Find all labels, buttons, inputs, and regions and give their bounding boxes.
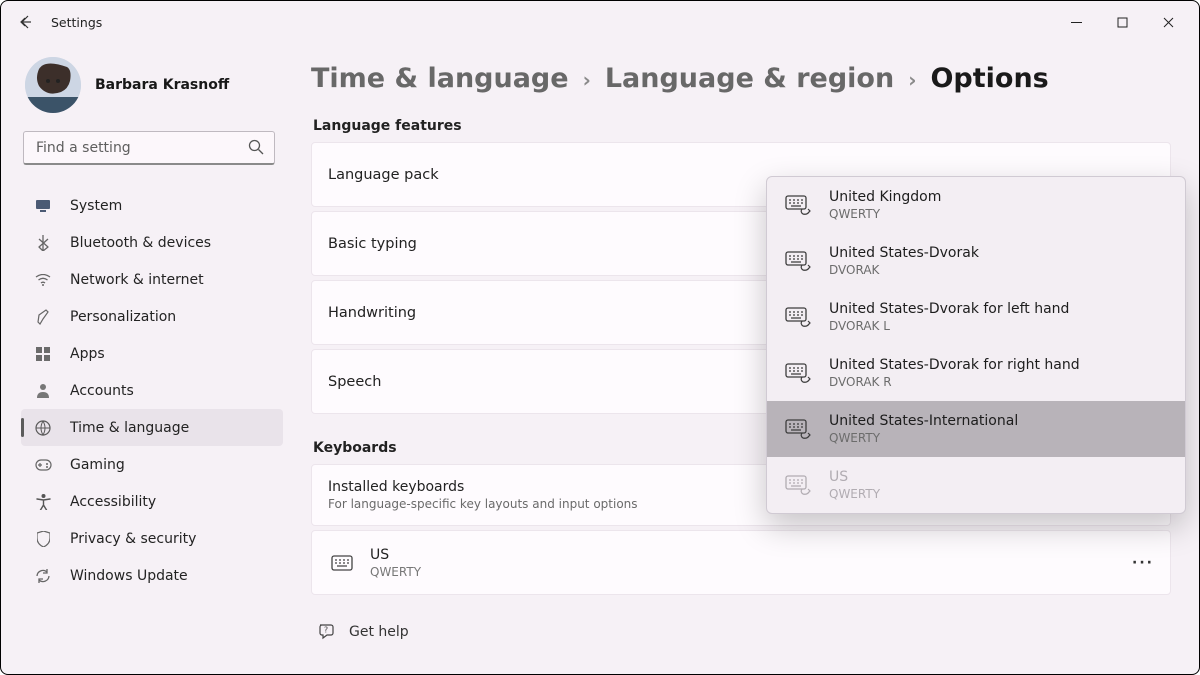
profile[interactable]: Barbara Krasnoff (25, 57, 283, 113)
installed-keyboards-title: Installed keyboards (328, 479, 638, 495)
keyboard-option[interactable]: United States-Dvorak for left hand DVORAK… (767, 289, 1185, 345)
sidebar-item-label: Time & language (70, 420, 189, 436)
get-help-label: Get help (349, 624, 409, 640)
sidebar-item-privacy-security[interactable]: Privacy & security (21, 520, 283, 557)
gamepad-icon (34, 456, 52, 474)
sync-icon (34, 567, 52, 585)
main-content: Time & language › Language & region › Op… (293, 43, 1199, 674)
accessibility-icon (34, 493, 52, 511)
language-feature-label: Speech (328, 374, 381, 390)
avatar (25, 57, 81, 113)
keyboard-row[interactable]: US QWERTY ··· (311, 530, 1171, 595)
help-icon: ? (317, 623, 335, 640)
keyboard-icon (785, 251, 811, 271)
bluetooth-icon (34, 234, 52, 252)
close-button[interactable] (1145, 6, 1191, 38)
keyboard-option-name: United Kingdom (829, 189, 941, 205)
get-help-link[interactable]: ? Get help (317, 623, 1171, 640)
sidebar-nav: System Bluetooth & devices Network & inter… (21, 187, 283, 594)
search-icon (248, 139, 264, 155)
sidebar-item-accounts[interactable]: Accounts (21, 372, 283, 409)
brush-icon (34, 308, 52, 326)
keyboard-icon (785, 475, 811, 495)
sidebar-item-personalization[interactable]: Personalization (21, 298, 283, 335)
language-features-heading: Language features (313, 118, 1171, 134)
sidebar-item-time-language[interactable]: Time & language (21, 409, 283, 446)
more-button[interactable]: ··· (1132, 555, 1154, 571)
keyboard-option-layout: QWERTY (829, 431, 1018, 445)
globe-clock-icon (34, 419, 52, 437)
chevron-right-icon: › (583, 68, 591, 92)
sidebar-item-label: System (70, 198, 122, 214)
keyboard-option[interactable]: United States-Dvorak DVORAK (767, 233, 1185, 289)
titlebar: Settings (1, 1, 1199, 43)
back-button[interactable] (9, 6, 45, 38)
sidebar-item-label: Personalization (70, 309, 176, 325)
chevron-right-icon: › (908, 68, 916, 92)
sidebar-item-network-internet[interactable]: Network & internet (21, 261, 283, 298)
keyboard-option[interactable]: United Kingdom QWERTY (767, 177, 1185, 233)
keyboard-option-name: United States-Dvorak for left hand (829, 301, 1069, 317)
language-feature-label: Handwriting (328, 305, 416, 321)
keyboard-icon (785, 307, 811, 327)
breadcrumb-current: Options (930, 63, 1048, 94)
sidebar-item-label: Privacy & security (70, 531, 196, 547)
add-keyboard-popup: United Kingdom QWERTY United States-Dvorak… (766, 176, 1186, 514)
minimize-button[interactable] (1053, 6, 1099, 38)
profile-name: Barbara Krasnoff (95, 77, 229, 93)
keyboard-option-name: United States-Dvorak (829, 245, 979, 261)
sidebar-item-label: Bluetooth & devices (70, 235, 211, 251)
sidebar-item-accessibility[interactable]: Accessibility (21, 483, 283, 520)
sidebar-item-system[interactable]: System (21, 187, 283, 224)
installed-keyboards-subtitle: For language-specific key layouts and in… (328, 497, 638, 511)
keyboard-option-layout: DVORAK R (829, 375, 1080, 389)
sidebar-item-label: Gaming (70, 457, 125, 473)
keyboard-icon (785, 363, 811, 383)
keyboard-option-layout: QWERTY (829, 487, 880, 501)
keyboard-icon (328, 555, 356, 571)
sidebar-item-label: Accessibility (70, 494, 156, 510)
search-input-wrapper[interactable] (23, 131, 275, 165)
search-input[interactable] (36, 140, 238, 156)
display-icon (34, 197, 52, 215)
grid-icon (34, 345, 52, 363)
breadcrumb: Time & language › Language & region › Op… (311, 63, 1171, 94)
sidebar-item-bluetooth-devices[interactable]: Bluetooth & devices (21, 224, 283, 261)
language-feature-label: Language pack (328, 167, 439, 183)
sidebar: Barbara Krasnoff System Bluetooth & devic… (1, 43, 293, 674)
keyboard-option: US QWERTY (767, 457, 1185, 513)
sidebar-item-label: Network & internet (70, 272, 204, 288)
keyboard-option-name: US (829, 469, 880, 485)
settings-window: Settings Barbara Krasnoff System Bluetoot… (0, 0, 1200, 675)
shield-icon (34, 530, 52, 548)
keyboard-option[interactable]: United States-International QWERTY (767, 401, 1185, 457)
keyboard-option-layout: QWERTY (829, 207, 941, 221)
sidebar-item-label: Windows Update (70, 568, 188, 584)
keyboard-option-layout: DVORAK (829, 263, 979, 277)
sidebar-item-gaming[interactable]: Gaming (21, 446, 283, 483)
window-controls (1053, 6, 1191, 38)
sidebar-item-windows-update[interactable]: Windows Update (21, 557, 283, 594)
keyboard-option-name: United States-International (829, 413, 1018, 429)
wifi-icon (34, 271, 52, 289)
keyboard-name: US (370, 547, 421, 563)
svg-text:?: ? (323, 626, 327, 635)
breadcrumb-time-language[interactable]: Time & language (311, 63, 569, 94)
person-icon (34, 382, 52, 400)
keyboard-option-name: United States-Dvorak for right hand (829, 357, 1080, 373)
language-feature-label: Basic typing (328, 236, 417, 252)
keyboard-icon (785, 419, 811, 439)
keyboard-option[interactable]: United States-Dvorak for right hand DVORA… (767, 345, 1185, 401)
sidebar-item-label: Accounts (70, 383, 134, 399)
window-title: Settings (51, 15, 102, 30)
breadcrumb-language-region[interactable]: Language & region (605, 63, 894, 94)
keyboard-icon (785, 195, 811, 215)
keyboard-option-layout: DVORAK L (829, 319, 1069, 333)
sidebar-item-label: Apps (70, 346, 105, 362)
keyboard-layout: QWERTY (370, 565, 421, 579)
maximize-button[interactable] (1099, 6, 1145, 38)
sidebar-item-apps[interactable]: Apps (21, 335, 283, 372)
